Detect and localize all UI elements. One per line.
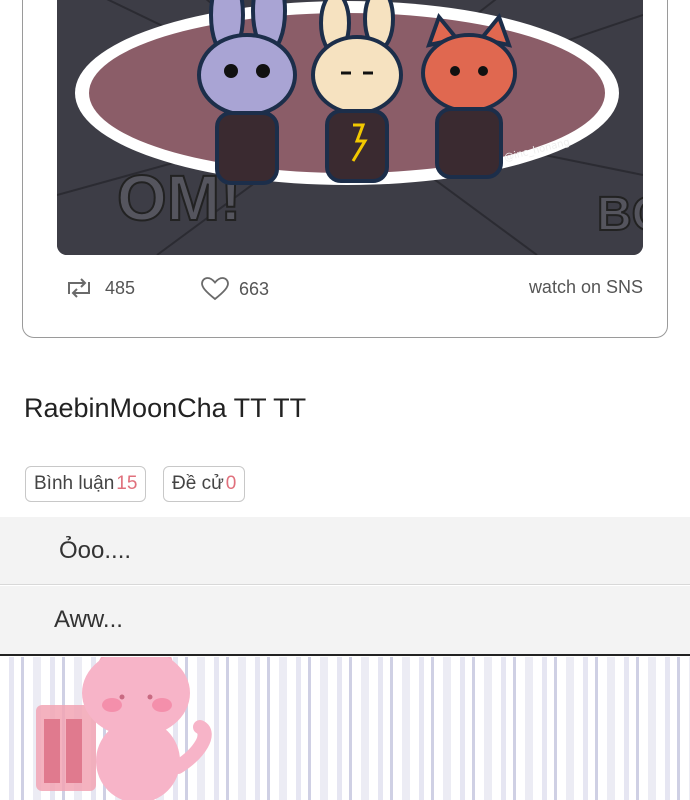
cat-mascot-icon (36, 657, 212, 800)
repost-stat[interactable]: 485 (63, 277, 135, 299)
svg-text:BO: BO (597, 188, 643, 241)
like-count: 663 (239, 278, 270, 299)
tab-comments[interactable]: Bình luận 15 (25, 466, 147, 502)
comments-count-badge: 15 (116, 473, 138, 494)
tab-votes[interactable]: Đề cử 0 (163, 466, 246, 502)
comment-text: Ỏoo.... (59, 536, 132, 564)
heart-icon (201, 277, 229, 301)
page-title: RaebinMoonCha TT TT (24, 393, 307, 423)
comment-item[interactable]: Ỏoo.... (0, 517, 690, 585)
like-stat[interactable]: 663 (201, 277, 269, 301)
post-artwork-image[interactable]: OM! BO (57, 0, 643, 255)
decorative-banner (0, 657, 690, 800)
tab-votes-label: Đề cử (172, 473, 224, 494)
sns-post-card: OM! BO (22, 0, 668, 338)
comment-item[interactable]: Aww... (0, 586, 690, 656)
votes-count-badge: 0 (225, 473, 237, 494)
post-stats-bar: 485 663 watch on SNS (23, 271, 667, 307)
artwork-illustration: OM! BO (57, 0, 643, 255)
repost-count: 485 (105, 277, 136, 298)
tab-comments-label: Bình luận (34, 473, 115, 494)
comment-text: Aww... (54, 606, 123, 633)
repost-icon (68, 278, 90, 298)
watch-on-sns-link[interactable]: watch on SNS (529, 277, 643, 298)
